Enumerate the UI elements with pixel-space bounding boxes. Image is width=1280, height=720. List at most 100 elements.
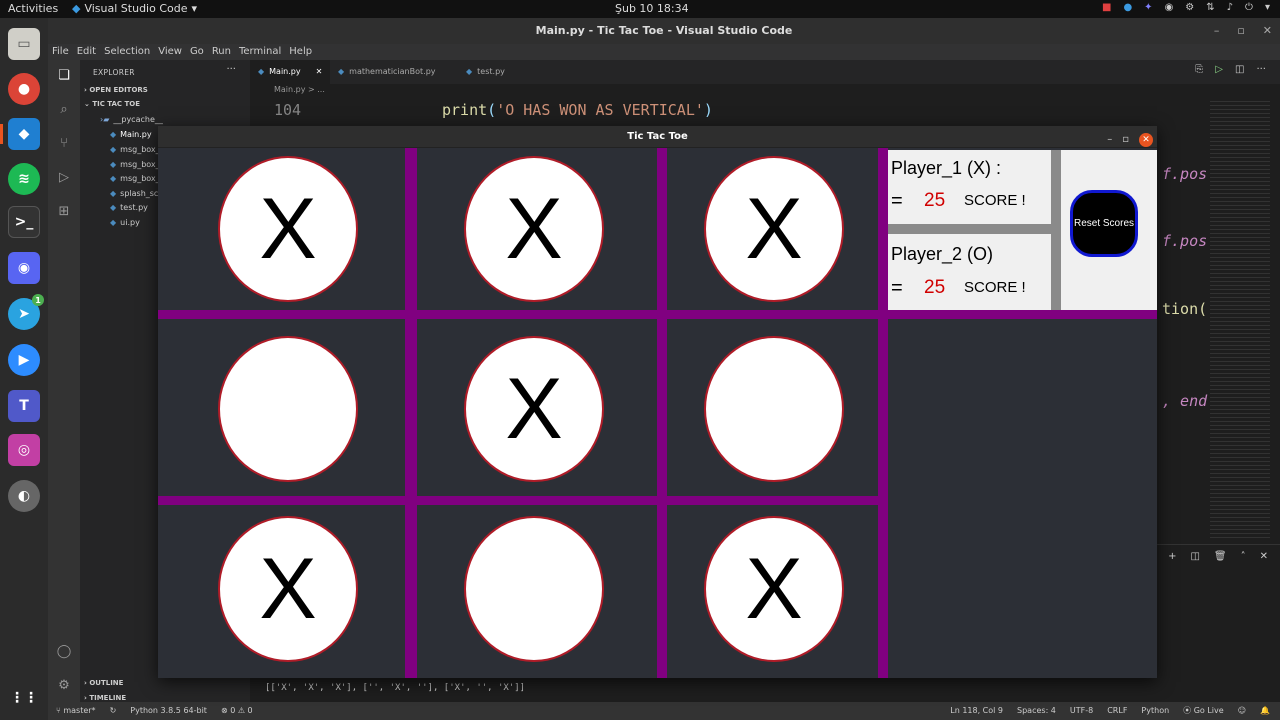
close-icon[interactable]: ✕	[1139, 133, 1153, 147]
close-tab-icon[interactable]: ✕	[316, 60, 323, 84]
tab-test-py[interactable]: ◆ test.py	[458, 60, 513, 84]
app-menu-label: Visual Studio Code	[84, 2, 188, 15]
python-file-icon: ◆	[466, 67, 473, 76]
close-icon[interactable]: ✕	[1260, 551, 1268, 562]
clock[interactable]: Şub 10 18:34	[615, 2, 689, 15]
maximize-icon[interactable]: ▫	[1237, 18, 1244, 44]
board-cell[interactable]: X	[704, 516, 844, 662]
go-live-button[interactable]: ⦿ Go Live	[1183, 702, 1224, 720]
problems-status[interactable]: ⊗ 0 ⚠ 0	[221, 702, 253, 720]
chevron-down-icon[interactable]: ▾	[1265, 2, 1270, 13]
menu-go[interactable]: Go	[190, 44, 204, 60]
folder-pycache[interactable]: ›▰ __pycache__	[100, 115, 163, 124]
outline-section[interactable]: › OUTLINE	[84, 679, 123, 687]
new-terminal-icon[interactable]: +	[1168, 551, 1176, 562]
file-test-py[interactable]: ◆ test.py	[110, 203, 148, 212]
manage-gear-icon[interactable]: ⚙	[56, 678, 72, 694]
source-control-icon[interactable]: ⑂	[56, 136, 72, 152]
menu-view[interactable]: View	[158, 44, 182, 60]
timeline-section[interactable]: › TIMELINE	[84, 694, 126, 702]
trash-icon[interactable]: 🗑	[1214, 551, 1227, 562]
extensions-icon[interactable]: ⊞	[56, 204, 72, 220]
reset-scores-button[interactable]: Reset Scores	[1070, 190, 1138, 257]
run-debug-icon[interactable]: ▷	[56, 170, 72, 186]
system-tray[interactable]: ■ ● ✦ ◉ ⚙ ⇅ ♪ ⏻ ▾	[1102, 2, 1270, 13]
files-icon[interactable]: ▭	[8, 28, 40, 60]
board-cell[interactable]: X	[218, 516, 358, 662]
menu-run[interactable]: Run	[212, 44, 231, 60]
menu-edit[interactable]: Edit	[77, 44, 96, 60]
earth-pro-icon[interactable]: ◐	[8, 480, 40, 512]
minimap[interactable]	[1210, 98, 1270, 538]
tab-main-py[interactable]: ◆ Main.py ✕	[250, 60, 331, 84]
board-cell[interactable]	[464, 516, 604, 662]
split-editor-icon[interactable]: ◫	[1235, 64, 1244, 75]
run-file-icon[interactable]: ▷	[1215, 64, 1223, 75]
python-interpreter[interactable]: Python 3.8.5 64-bit	[130, 702, 207, 720]
feedback-icon[interactable]: ☺	[1238, 702, 1246, 720]
spotify-icon[interactable]: ≋	[8, 163, 40, 195]
player1-score: 25	[924, 190, 946, 211]
board-cell[interactable]: X	[218, 156, 358, 302]
extension-icon[interactable]: ✦	[1144, 2, 1152, 13]
language-mode[interactable]: Python	[1141, 702, 1169, 720]
file-main-py[interactable]: ◆ Main.py	[110, 130, 152, 139]
power-icon[interactable]: ⏻	[1245, 2, 1253, 13]
menu-selection[interactable]: Selection	[104, 44, 150, 60]
split-terminal-icon[interactable]: ◫	[1190, 551, 1199, 562]
encoding-status[interactable]: UTF-8	[1070, 702, 1093, 720]
chevron-up-icon[interactable]: ˄	[1241, 551, 1246, 562]
breadcrumb[interactable]: Main.py > ...	[274, 85, 325, 94]
globe-icon[interactable]: ●	[1123, 2, 1132, 13]
open-editors-section[interactable]: › OPEN EDITORS	[84, 86, 148, 94]
discord-icon[interactable]: ◉	[8, 252, 40, 284]
tab-mathematician-bot[interactable]: ◆ mathematicianBot.py	[330, 60, 444, 84]
activities-button[interactable]: Activities	[8, 2, 58, 15]
record-icon[interactable]: ■	[1102, 2, 1111, 13]
file-ui-py[interactable]: ◆ ui.py	[110, 218, 140, 227]
open-changes-icon[interactable]: ⎘	[1195, 64, 1203, 75]
cursor-position[interactable]: Ln 118, Col 9	[950, 702, 1003, 720]
board-cell[interactable]: X	[464, 156, 604, 302]
zoom-icon[interactable]: ▶	[8, 344, 40, 376]
telegram-icon[interactable]: ➤ 1	[8, 294, 44, 330]
notifications-icon[interactable]: 🔔	[1260, 702, 1270, 720]
activity-bar: ❏ ⌕ ⑂ ▷ ⊞ ◯ ⚙	[48, 60, 80, 702]
eol-status[interactable]: CRLF	[1107, 702, 1127, 720]
maximize-icon[interactable]: ▫	[1122, 129, 1129, 151]
screenshot-icon[interactable]: ◎	[8, 434, 40, 466]
branch-status[interactable]: ⑂ master*	[56, 702, 96, 720]
minimize-icon[interactable]: –	[1107, 129, 1112, 151]
board-cell[interactable]	[218, 336, 358, 482]
board-cell[interactable]	[704, 336, 844, 482]
sync-icon[interactable]: ↻	[110, 702, 117, 720]
chrome-icon[interactable]: ●	[8, 73, 40, 105]
minimize-icon[interactable]: –	[1214, 18, 1220, 44]
more-actions-icon[interactable]: ···	[226, 64, 236, 75]
menu-file[interactable]: File	[52, 44, 69, 60]
network-icon[interactable]: ⇅	[1206, 2, 1214, 13]
search-icon[interactable]: ⌕	[56, 102, 72, 118]
menu-help[interactable]: Help	[289, 44, 312, 60]
terminal-output[interactable]: [['X', 'X', 'X'], ['', 'X', ''], ['X', '…	[265, 683, 525, 693]
app-menu[interactable]: ◆ Visual Studio Code ▾	[72, 2, 197, 15]
account-icon[interactable]: ◯	[56, 644, 72, 660]
board-cell[interactable]: X	[704, 156, 844, 302]
menu-terminal[interactable]: Terminal	[239, 44, 281, 60]
explorer-header: EXPLORER	[93, 68, 135, 77]
app-grid-icon[interactable]: ⋮⋮	[8, 682, 40, 714]
discord-tray-icon[interactable]: ◉	[1165, 2, 1174, 13]
workspace-section[interactable]: ⌄ TIC TAC TOE	[84, 100, 140, 108]
vscode-icon[interactable]: ◆	[8, 118, 40, 150]
player1-equals: =	[891, 190, 903, 212]
explorer-icon[interactable]: ❏	[56, 68, 72, 84]
close-icon[interactable]: ✕	[1263, 18, 1272, 44]
indentation-status[interactable]: Spaces: 4	[1017, 702, 1056, 720]
volume-icon[interactable]: ♪	[1227, 2, 1233, 13]
teams-icon[interactable]: T	[8, 390, 40, 422]
board-cell[interactable]: X	[464, 336, 604, 482]
terminal-icon[interactable]: >_	[8, 206, 40, 238]
more-actions-icon[interactable]: ···	[1256, 64, 1266, 75]
code-fragment: , end	[1162, 392, 1208, 410]
settings-icon[interactable]: ⚙	[1185, 2, 1194, 13]
